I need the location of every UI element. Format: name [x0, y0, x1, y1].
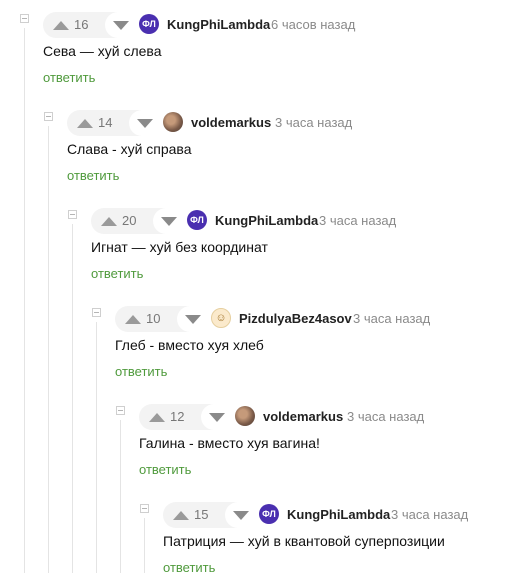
comment-time: 3 часа назад: [353, 311, 431, 326]
thread-line: [144, 518, 145, 573]
upvote-arrow-icon[interactable]: [101, 216, 117, 226]
author-name[interactable]: voldemarkus: [263, 409, 343, 424]
rating-value: 20: [122, 213, 137, 228]
comment-text: Сева — хуй слева: [43, 43, 162, 59]
collapse-thread-button[interactable]: [68, 210, 77, 219]
reply-link[interactable]: ответить: [67, 168, 119, 183]
downvote-arrow-icon[interactable]: [113, 21, 129, 30]
thread-line: [72, 224, 73, 573]
author-name[interactable]: KungPhiLambda: [287, 507, 390, 522]
comment-text: Игнат — хуй без координат: [91, 239, 268, 255]
upvote-arrow-icon[interactable]: [53, 20, 69, 30]
upvote-arrow-icon[interactable]: [77, 118, 93, 128]
downvote-arrow-icon[interactable]: [161, 217, 177, 226]
avatar[interactable]: ☺: [211, 308, 231, 328]
upvote-arrow-icon[interactable]: [173, 510, 189, 520]
rating-control: 12: [139, 404, 233, 430]
reply-link[interactable]: ответить: [139, 462, 191, 477]
downvote-arrow-icon[interactable]: [137, 119, 153, 128]
author-name[interactable]: KungPhiLambda: [215, 213, 318, 228]
comment-time: 3 часа назад: [319, 213, 397, 228]
rating-control: 16: [43, 12, 137, 38]
comment-time: 3 часа назад: [391, 507, 469, 522]
reply-link[interactable]: ответить: [43, 70, 95, 85]
rating-value: 14: [98, 115, 113, 130]
comment-text: Слава - хуй справа: [67, 141, 192, 157]
rating-value: 15: [194, 507, 209, 522]
upvote-arrow-icon[interactable]: [125, 314, 141, 324]
comment-time: 3 часа назад: [275, 115, 353, 130]
thread-line: [24, 28, 25, 573]
rating-control: 20: [91, 208, 185, 234]
comment-text: Глеб - вместо хуя хлеб: [115, 337, 264, 353]
rating-value: 10: [146, 311, 161, 326]
comment-time: 6 часов назад: [271, 17, 356, 32]
thread-line: [48, 126, 49, 573]
comment-time: 3 часа назад: [347, 409, 425, 424]
author-name[interactable]: KungPhiLambda: [167, 17, 270, 32]
downvote-arrow-icon[interactable]: [209, 413, 225, 422]
author-name[interactable]: PizdulyaBez4asov: [239, 311, 352, 326]
rating-control: 10: [115, 306, 209, 332]
avatar[interactable]: ФЛ: [259, 504, 279, 524]
rating-value: 12: [170, 409, 185, 424]
collapse-thread-button[interactable]: [44, 112, 53, 121]
thread-line: [96, 322, 97, 573]
avatar[interactable]: ФЛ: [139, 14, 159, 34]
rating-value: 16: [74, 17, 89, 32]
collapse-thread-button[interactable]: [140, 504, 149, 513]
collapse-thread-button[interactable]: [116, 406, 125, 415]
downvote-arrow-icon[interactable]: [233, 511, 249, 520]
reply-link[interactable]: ответить: [91, 266, 143, 281]
rating-control: 14: [67, 110, 161, 136]
avatar[interactable]: ФЛ: [187, 210, 207, 230]
reply-link[interactable]: ответить: [115, 364, 167, 379]
rating-control: 15: [163, 502, 257, 528]
downvote-arrow-icon[interactable]: [185, 315, 201, 324]
comment-text: Патриция — хуй в квантовой суперпозиции: [163, 533, 445, 549]
avatar[interactable]: [163, 112, 183, 132]
thread-line: [120, 420, 121, 573]
comment-text: Галина - вместо хуя вагина!: [139, 435, 320, 451]
collapse-thread-button[interactable]: [20, 14, 29, 23]
collapse-thread-button[interactable]: [92, 308, 101, 317]
avatar[interactable]: [235, 406, 255, 426]
author-name[interactable]: voldemarkus: [191, 115, 271, 130]
upvote-arrow-icon[interactable]: [149, 412, 165, 422]
